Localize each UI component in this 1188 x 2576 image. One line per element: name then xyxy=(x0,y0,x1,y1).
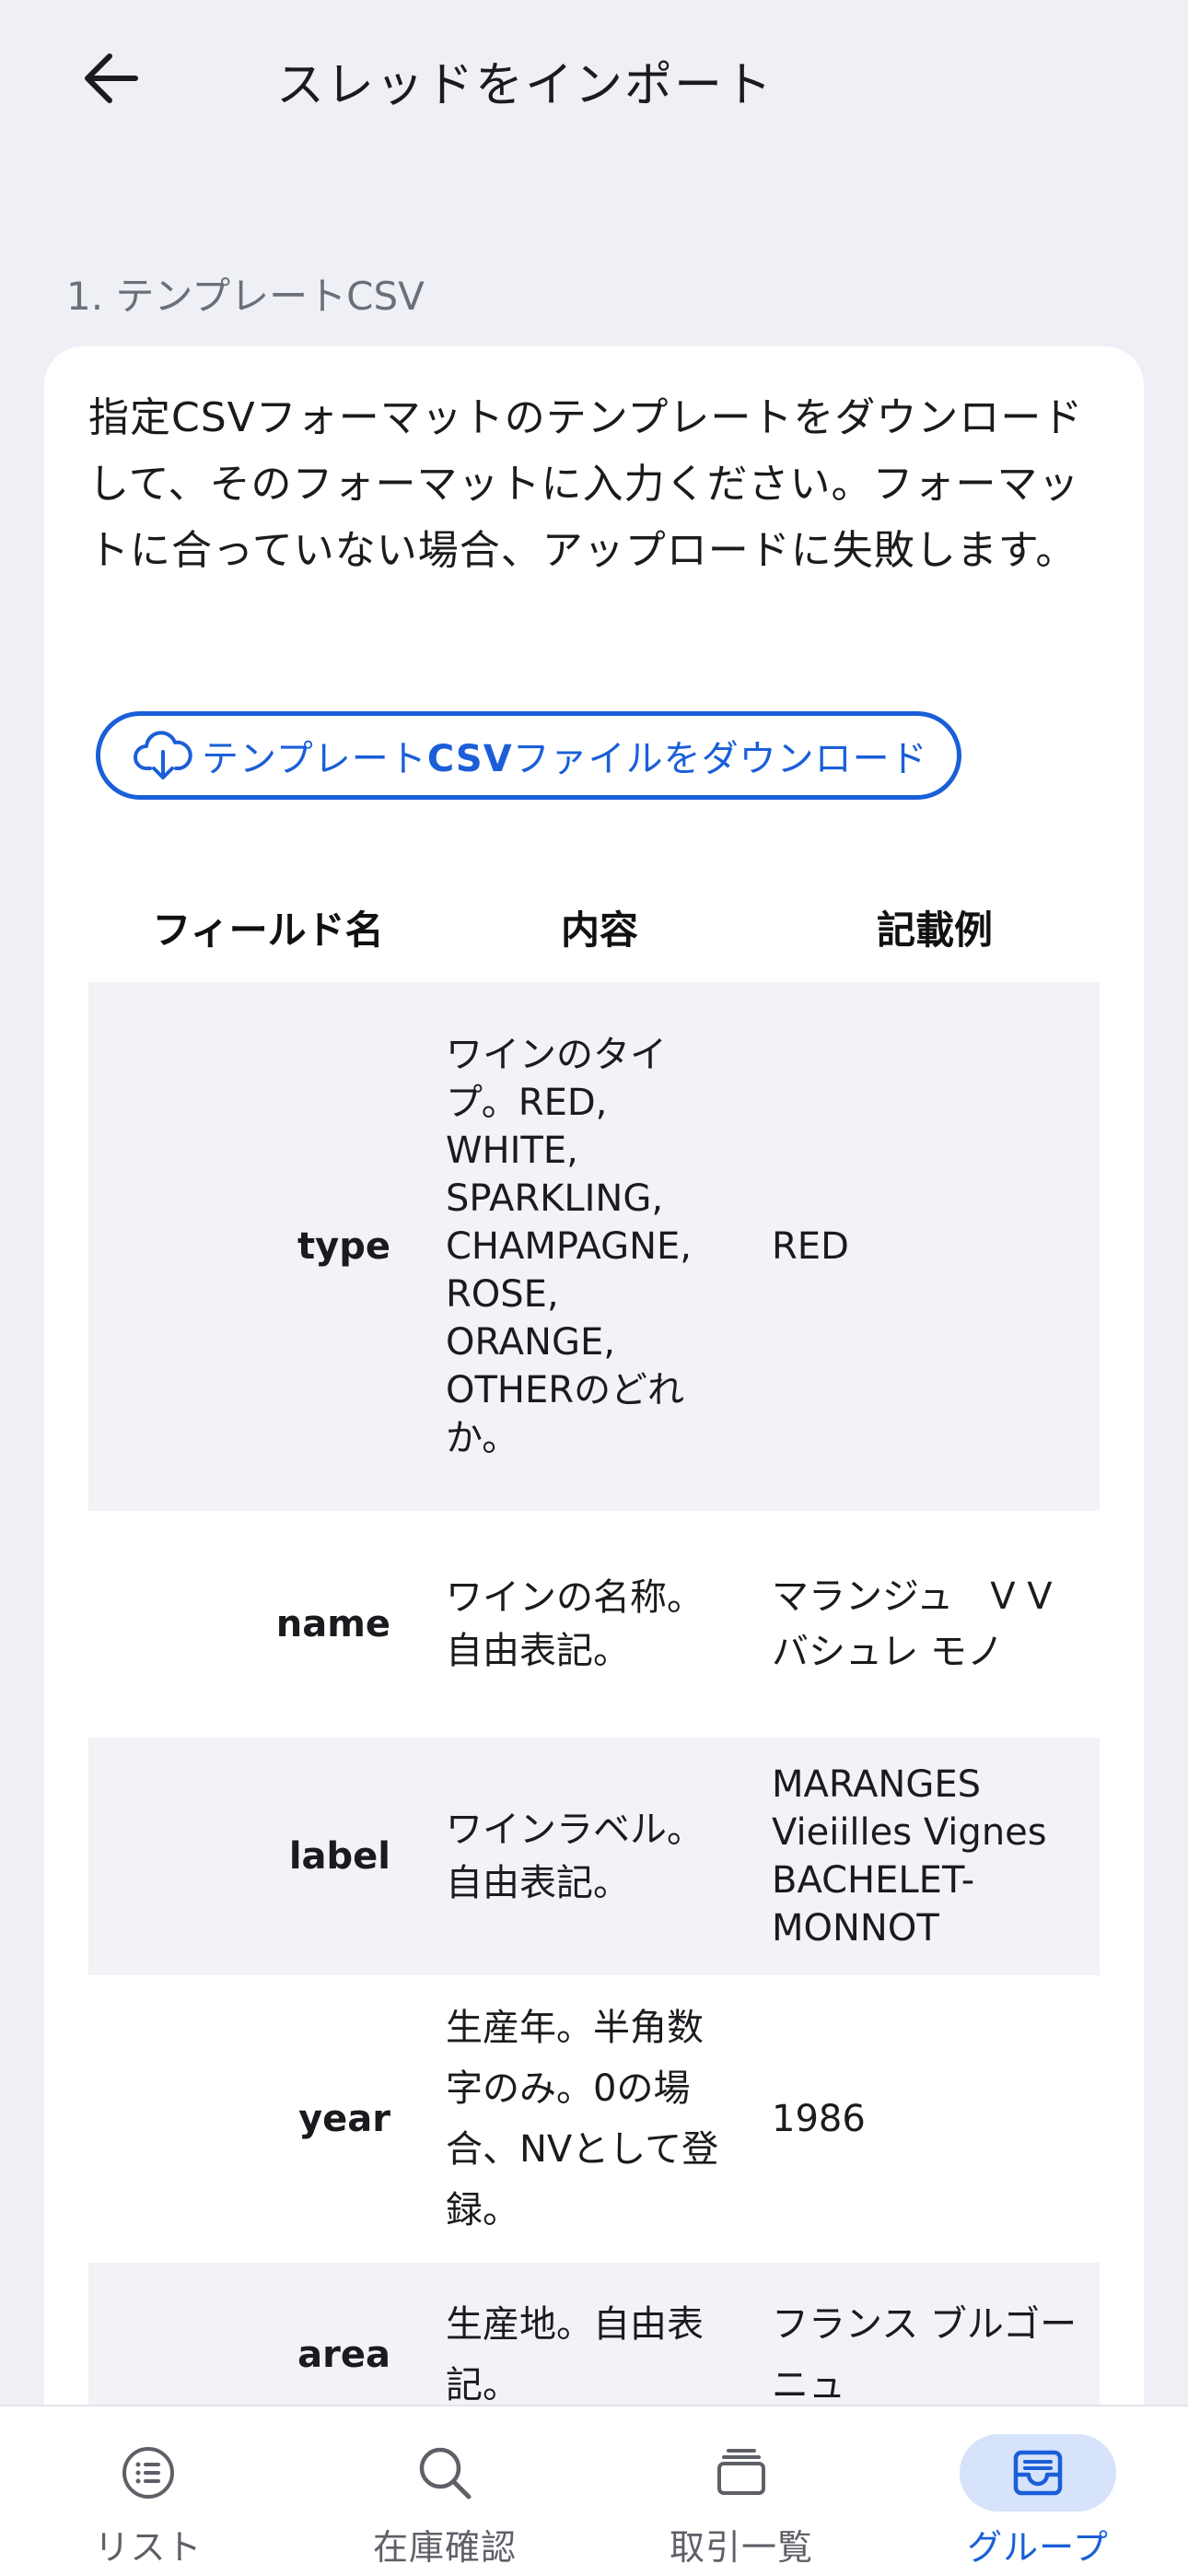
bottom-navigation: リスト 在庫確認 取引一覧 グループ xyxy=(0,2405,1188,2576)
download-template-button[interactable]: テンプレートCSVファイルをダウンロード xyxy=(96,711,961,800)
page-title: スレッドをインポート xyxy=(276,58,775,113)
nav-label: 在庫確認 xyxy=(372,2527,517,2568)
field-name: type xyxy=(297,1225,390,1268)
back-button[interactable] xyxy=(64,37,157,120)
table-row: name ワインの名称。自由表記。 マランジュ V V バシュレ モノ xyxy=(88,1511,1100,1738)
header-example: 記載例 xyxy=(876,907,993,953)
app-root: スレッドをインポート 1. テンプレートCSV 指定CSVフォーマットのテンプレ… xyxy=(0,0,1188,2576)
nav-item-transactions[interactable]: 取引一覧 xyxy=(593,2406,890,2576)
field-content: 生産地。自由表記。 xyxy=(446,2303,704,2406)
field-example: マランジュ V V バシュレ モノ xyxy=(772,1575,1089,1673)
top-app-bar: スレッドをインポート xyxy=(0,0,1188,157)
field-content: ワインのタイプ。RED, WHITE, SPARKLING, CHAMPAGNE… xyxy=(446,1034,693,1459)
field-name: name xyxy=(275,1603,390,1645)
field-content: ワインの名称。自由表記。 xyxy=(446,1576,704,1672)
nav-label: グループ xyxy=(967,2527,1109,2568)
template-card: 指定CSVフォーマットのテンプレートをダウンロードして、そのフォーマットに入力く… xyxy=(44,346,1144,2521)
field-name: year xyxy=(298,2098,390,2140)
header-field: フィールド名 xyxy=(152,907,384,953)
header-content: 内容 xyxy=(560,907,638,953)
table-row: label ワインラベル。自由表記。 MARANGES Vieiilles Vi… xyxy=(88,1738,1100,1975)
download-button-label: テンプレートCSVファイルをダウンロード xyxy=(202,738,928,780)
field-name: label xyxy=(288,1835,390,1878)
field-example: フランス ブルゴーニュ xyxy=(772,2303,1077,2406)
field-content: 生産年。半角数字のみ。0の場合、NVとして登録。 xyxy=(446,2007,719,2231)
inbox-icon xyxy=(960,2434,1116,2512)
nav-label: 取引一覧 xyxy=(669,2527,813,2568)
field-table: フィールド名 内容 記載例 type ワインのタイプ。RED, WHITE, S… xyxy=(88,872,1100,2447)
stack-icon xyxy=(663,2434,820,2512)
arrow-left-icon xyxy=(85,53,138,103)
field-example: 1986 xyxy=(772,2098,866,2140)
field-example: RED xyxy=(772,1225,849,1268)
nav-item-inventory[interactable]: 在庫確認 xyxy=(297,2406,593,2576)
field-content: ワインラベル。自由表記。 xyxy=(446,1809,704,1904)
nav-item-list[interactable]: リスト xyxy=(0,2406,297,2576)
instruction-text: 指定CSVフォーマットのテンプレートをダウンロードして、そのフォーマットに入力く… xyxy=(88,394,1084,574)
table-row: year 生産年。半角数字のみ。0の場合、NVとして登録。 1986 xyxy=(88,1975,1100,2263)
table-header: フィールド名 内容 記載例 xyxy=(88,872,1100,982)
cloud-download-icon xyxy=(134,726,192,785)
nav-item-group[interactable]: グループ xyxy=(890,2406,1186,2576)
search-icon xyxy=(367,2434,523,2512)
list-icon xyxy=(70,2434,227,2512)
section-label: 1. テンプレートCSV xyxy=(66,274,425,319)
field-name: area xyxy=(297,2334,390,2376)
nav-label: リスト xyxy=(94,2527,203,2568)
table-row: type ワインのタイプ。RED, WHITE, SPARKLING, CHAM… xyxy=(88,982,1100,1511)
field-example: MARANGES Vieiilles Vignes BACHELET-MONNO… xyxy=(772,1763,1047,1950)
